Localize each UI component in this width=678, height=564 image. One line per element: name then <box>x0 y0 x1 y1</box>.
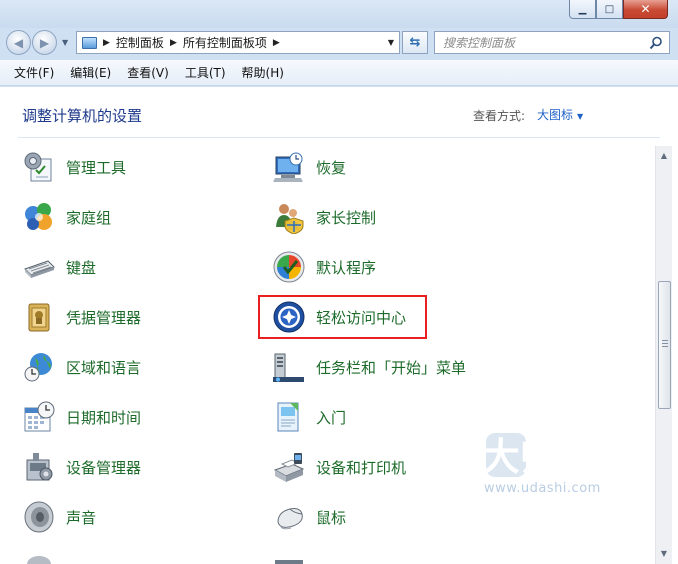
control-panel-icon <box>82 36 97 49</box>
minimize-button[interactable]: ▁ <box>569 0 596 19</box>
watermark-site: www.udashi.com <box>484 481 601 496</box>
refresh-button[interactable]: ⇆ <box>402 31 428 54</box>
item-credential-manager[interactable]: 凭据管理器 <box>22 297 141 337</box>
date-time-icon <box>24 401 55 432</box>
scroll-down-icon[interactable]: ▼ <box>656 545 672 562</box>
item-label: 凭据管理器 <box>66 308 142 327</box>
admin-tools-icon <box>24 152 52 182</box>
taskbar-start-menu-icon <box>273 353 304 382</box>
breadcrumb-separator-icon[interactable]: ▶ <box>103 38 110 48</box>
watermark-logo-text: U大师 <box>482 437 558 479</box>
getting-started-icon <box>277 402 299 432</box>
highlight-box <box>258 295 427 339</box>
back-button[interactable]: ◀ <box>6 30 31 55</box>
view-by-dropdown[interactable]: 大图标 ▼ <box>537 106 583 123</box>
item-partial-right[interactable] <box>272 547 306 564</box>
item-label: 入门 <box>316 408 347 427</box>
item-label: 默认程序 <box>316 258 377 277</box>
forward-button[interactable]: ▶ <box>32 30 57 55</box>
window-controls: ▁ □ ✕ <box>569 0 668 19</box>
scrollbar-thumb[interactable] <box>658 281 671 409</box>
address-bar[interactable]: ▶ 控制面板 ▶ 所有控制面板项 ▶ ▼ <box>76 31 400 54</box>
sound-icon <box>24 501 54 533</box>
item-label: 区域和语言 <box>66 358 142 377</box>
address-dropdown-icon[interactable]: ▼ <box>388 38 394 47</box>
title-bar: ▁ □ ✕ <box>0 0 678 28</box>
item-device-manager[interactable]: 设备管理器 <box>22 447 141 487</box>
maximize-button[interactable]: □ <box>596 0 623 19</box>
close-button[interactable]: ✕ <box>623 0 668 19</box>
scroll-up-icon[interactable]: ▲ <box>656 147 672 164</box>
item-label: 设备管理器 <box>66 458 142 477</box>
homegroup-icon <box>25 203 52 230</box>
view-by-value: 大图标 <box>537 108 574 122</box>
menu-tools[interactable]: 工具(T) <box>177 62 234 83</box>
grip-icon <box>662 340 668 347</box>
item-label: 恢复 <box>316 158 347 177</box>
item-label: 家庭组 <box>66 208 112 227</box>
parental-controls-icon <box>276 204 304 234</box>
partial-item-icon <box>275 560 303 564</box>
keyboard-icon <box>24 260 55 278</box>
item-label: 家长控制 <box>316 208 377 227</box>
item-mouse[interactable]: 鼠标 <box>272 497 346 537</box>
divider <box>18 137 660 138</box>
page-title: 调整计算机的设置 <box>22 107 143 125</box>
item-date-time[interactable]: 日期和时间 <box>22 397 141 437</box>
devices-printers-icon <box>273 453 305 482</box>
item-label: 任务栏和「开始」菜单 <box>316 358 467 377</box>
menu-file[interactable]: 文件(F) <box>6 62 62 83</box>
refresh-icon: ⇆ <box>409 35 421 50</box>
arrow-left-icon: ◀ <box>13 35 24 50</box>
item-partial-left[interactable] <box>22 547 56 564</box>
item-parental-controls[interactable]: 家长控制 <box>272 197 376 237</box>
recovery-icon <box>273 152 303 182</box>
menu-view[interactable]: 查看(V) <box>119 62 177 83</box>
address-row: ◀ ▶ ▼ ▶ 控制面板 ▶ 所有控制面板项 ▶ ▼ ⇆ <box>0 28 678 58</box>
item-sound[interactable]: 声音 <box>22 497 96 537</box>
item-keyboard[interactable]: 键盘 <box>22 247 96 287</box>
content-area: 调整计算机的设置 查看方式: 大图标 ▼ 管理工具 家庭组 键盘 凭据管理器 区… <box>0 87 678 564</box>
item-homegroup[interactable]: 家庭组 <box>22 197 111 237</box>
search-input[interactable] <box>443 35 643 50</box>
item-label: 设备和打印机 <box>316 458 407 477</box>
vertical-scrollbar[interactable]: ▲ ▼ <box>655 146 672 564</box>
default-programs-icon <box>273 251 305 283</box>
breadcrumb-control-panel[interactable]: 控制面板 <box>116 34 164 51</box>
view-by-label: 查看方式: <box>473 109 526 123</box>
item-admin-tools[interactable]: 管理工具 <box>22 147 126 187</box>
menu-edit[interactable]: 编辑(E) <box>62 62 119 83</box>
search-icon[interactable] <box>649 36 663 50</box>
region-language-icon <box>24 353 52 382</box>
partial-item-icon <box>27 556 51 564</box>
item-default-programs[interactable]: 默认程序 <box>272 247 376 287</box>
item-label: 管理工具 <box>66 158 127 177</box>
item-label: 声音 <box>66 508 97 527</box>
item-recovery[interactable]: 恢复 <box>272 147 346 187</box>
menu-bar: 文件(F) 编辑(E) 查看(V) 工具(T) 帮助(H) <box>0 60 678 86</box>
arrow-right-icon: ▶ <box>39 35 50 50</box>
breadcrumb-separator-icon[interactable]: ▶ <box>170 38 177 48</box>
item-getting-started[interactable]: 入门 <box>272 397 346 437</box>
item-region-language[interactable]: 区域和语言 <box>22 347 141 387</box>
item-label: 鼠标 <box>316 508 347 527</box>
item-devices-printers[interactable]: 设备和打印机 <box>272 447 406 487</box>
chevron-down-icon: ▼ <box>577 112 584 121</box>
item-label: 日期和时间 <box>66 408 142 427</box>
device-manager-icon <box>26 453 53 481</box>
item-taskbar-start-menu[interactable]: 任务栏和「开始」菜单 <box>272 347 466 387</box>
credential-manager-icon <box>28 303 50 332</box>
item-label: 键盘 <box>66 258 97 277</box>
recent-pages-dropdown[interactable]: ▼ <box>62 38 68 47</box>
mouse-icon <box>277 508 303 530</box>
menu-help[interactable]: 帮助(H) <box>234 62 292 83</box>
breadcrumb-all-items[interactable]: 所有控制面板项 <box>183 34 267 51</box>
search-box[interactable] <box>434 31 670 54</box>
breadcrumb-separator-icon[interactable]: ▶ <box>273 38 280 48</box>
